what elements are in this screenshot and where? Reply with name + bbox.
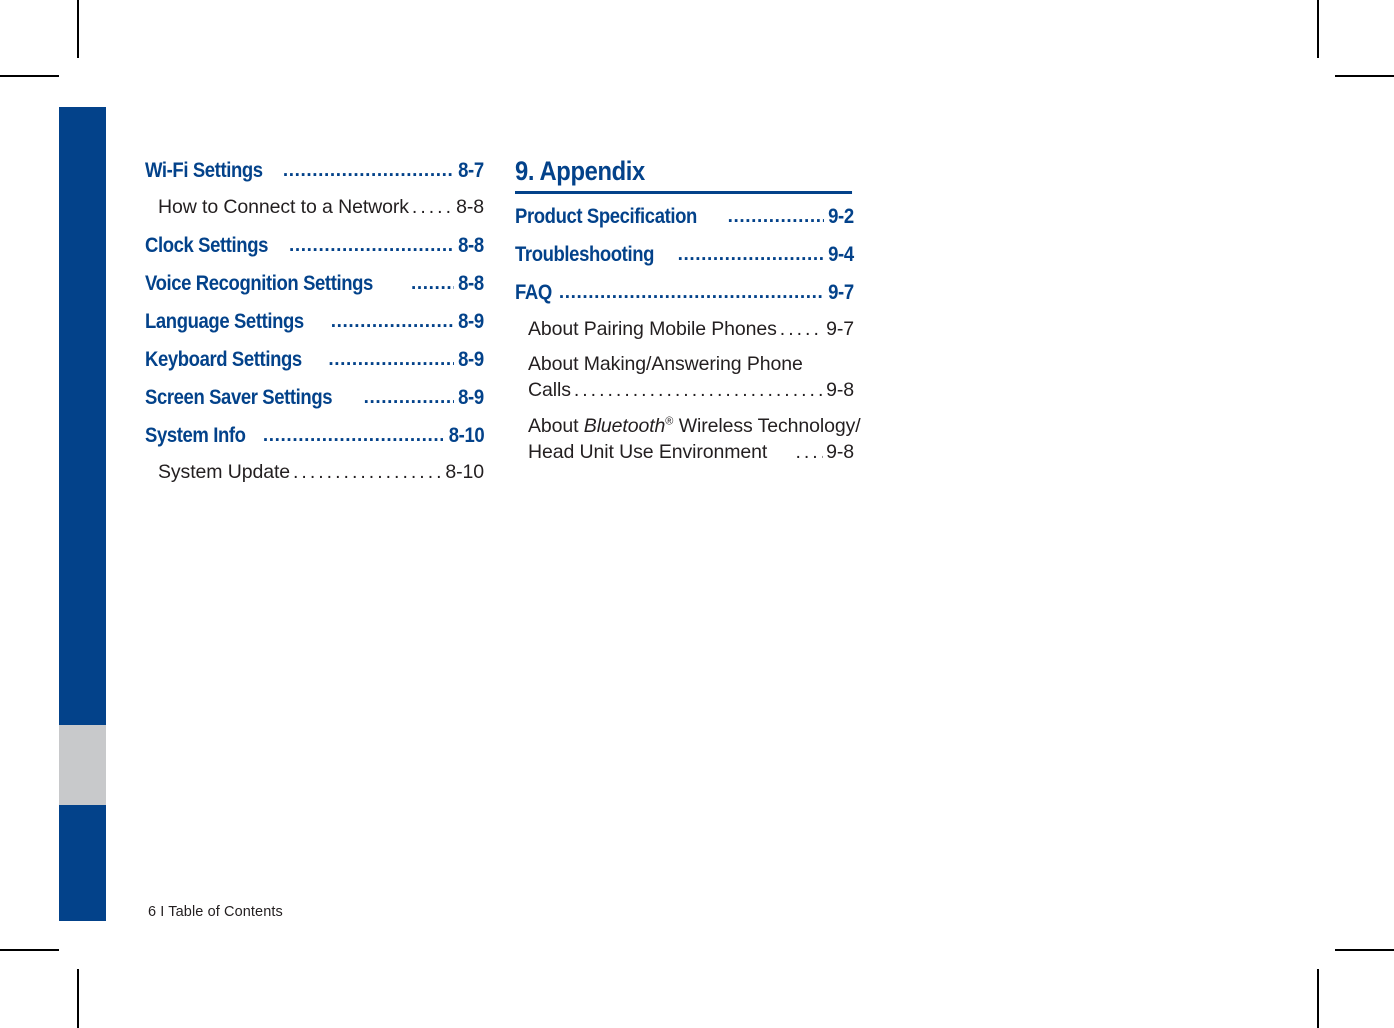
toc-subentry-title-line2: Calls: [528, 378, 571, 401]
toc-entry[interactable]: Product Specification ..................…: [515, 204, 854, 229]
page-content: Wi-Fi Settings .........................…: [0, 0, 1394, 1028]
toc-subentry-title: About Pairing Mobile Phones: [528, 318, 777, 340]
toc-subentry[interactable]: About Pairing Mobile Phones ............…: [515, 318, 854, 341]
section-heading-label: 9. Appendix: [515, 156, 645, 186]
toc-column-left: Wi-Fi Settings .........................…: [145, 158, 484, 495]
toc-entry-title: Keyboard Settings: [145, 347, 302, 371]
toc-subentry-page: 8-10: [445, 461, 484, 483]
toc-subentry-title: How to Connect to a Network: [158, 196, 409, 218]
toc-subentry-page: 9-7: [826, 318, 854, 340]
section-heading-rule: [515, 191, 853, 194]
toc-entry-title: Screen Saver Settings: [145, 385, 333, 409]
toc-entry[interactable]: Language Settings ......................…: [145, 309, 484, 334]
toc-entry-page: 8-9: [458, 309, 484, 333]
bluetooth-wordmark: Bluetooth: [583, 415, 666, 438]
toc-subentry-page: 9-8: [826, 378, 854, 401]
toc-subentry[interactable]: About Making/Answering Phone Calls .....…: [515, 352, 854, 403]
toc-entry[interactable]: FAQ ....................................…: [515, 280, 854, 305]
toc-entry-page: 8-8: [458, 233, 484, 257]
toc-entry-page: 8-9: [458, 385, 484, 409]
toc-entry-title: Clock Settings: [145, 233, 269, 257]
toc-leader-dots: ........................................…: [573, 378, 823, 401]
toc-subentry[interactable]: About Bluetooth® Wireless Technology/ He…: [515, 414, 861, 465]
toc-subentry-title-suffix: Wireless Technology/: [673, 415, 861, 438]
toc-subentry-title: System Update: [158, 461, 291, 483]
toc-leader-dots: ........................................…: [411, 196, 454, 218]
toc-leader-dots: ........................................…: [293, 461, 443, 483]
toc-entry-title: Troubleshooting: [515, 242, 655, 266]
toc-leader-dots: ......: [795, 441, 823, 464]
toc-subentry[interactable]: System Update ..........................…: [145, 461, 484, 484]
toc-subentry-title-line1: About Bluetooth® Wireless Technology/: [528, 414, 861, 440]
toc-entry-title: Product Specification: [515, 204, 697, 228]
toc-entry-page: 9-2: [828, 204, 854, 228]
toc-leader-dots: ........................................…: [262, 425, 443, 446]
toc-entry-title: Language Settings: [145, 309, 304, 333]
toc-leader-dots: ........................................…: [779, 318, 823, 340]
toc-entry-page: 8-8: [458, 271, 484, 295]
toc-entry[interactable]: System Info ............................…: [145, 423, 484, 448]
toc-subentry[interactable]: How to Connect to a Network ............…: [145, 196, 484, 219]
toc-entry-title: FAQ: [515, 280, 552, 304]
toc-entry[interactable]: Keyboard Settings ......................…: [145, 347, 484, 372]
toc-leader-dots: ........................................…: [328, 349, 454, 370]
toc-leader-dots: ........................................…: [411, 273, 454, 294]
toc-entry-title: Voice Recognition Settings: [145, 271, 373, 295]
toc-entry-page: 9-7: [828, 280, 854, 304]
toc-subentry-page: 8-8: [456, 196, 484, 218]
toc-entry-page: 9-4: [828, 242, 854, 266]
toc-leader-dots: ........................................…: [677, 244, 825, 265]
toc-leader-dots: ........................................…: [330, 311, 455, 332]
toc-subentry-title-line2: Head Unit Use Environment: [528, 441, 768, 464]
toc-entry[interactable]: Voice Recognition Settings .............…: [145, 271, 484, 296]
toc-leader-dots: ........................................…: [282, 160, 454, 181]
toc-entry[interactable]: Wi-Fi Settings .........................…: [145, 158, 484, 183]
toc-leader-dots: ........................................…: [289, 235, 454, 256]
toc-entry[interactable]: Troubleshooting ........................…: [515, 242, 854, 267]
section-heading-appendix: 9. Appendix: [515, 156, 853, 194]
toc-entry[interactable]: Clock Settings .........................…: [145, 233, 484, 258]
toc-entry-page: 8-7: [458, 158, 484, 182]
toc-leader-dots: ........................................…: [727, 206, 825, 227]
toc-subentry-title-prefix: About: [528, 415, 584, 438]
page-footer: 6 I Table of Contents: [148, 904, 283, 920]
toc-entry-title: System Info: [145, 423, 246, 447]
toc-leader-dots: ........................................…: [558, 282, 824, 303]
toc-subentry-title-line1: About Making/Answering Phone: [528, 353, 803, 375]
toc-entry[interactable]: Screen Saver Settings ..................…: [145, 385, 484, 410]
toc-subentry-page: 9-8: [826, 441, 854, 464]
toc-entry-page: 8-10: [448, 423, 485, 447]
toc-leader-dots: ........................................…: [363, 387, 455, 408]
toc-entry-title: Wi-Fi Settings: [145, 158, 263, 182]
toc-column-right: 9. Appendix Product Specification ......…: [515, 156, 861, 477]
toc-entry-page: 8-9: [458, 347, 484, 371]
